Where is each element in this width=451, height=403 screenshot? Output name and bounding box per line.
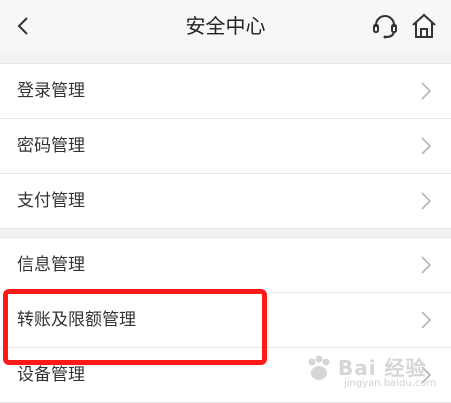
list-item-login-management[interactable]: 登录管理 [0,64,451,119]
customer-service-button[interactable] [368,9,402,43]
list-item-label: 密码管理 [17,136,85,156]
header-bar: 安全中心 [0,0,451,52]
home-icon [412,13,436,38]
list-item-label: 转账及限额管理 [17,310,136,330]
list-item-label: 设备管理 [17,365,85,385]
settings-group-1: 登录管理 密码管理 支付管理 [0,63,451,229]
list-item-label: 登录管理 [17,81,85,101]
list-item-password-management[interactable]: 密码管理 [0,119,451,174]
list-item-device-management[interactable]: 设备管理 [0,348,451,402]
list-item-label: 信息管理 [17,255,85,275]
home-button[interactable] [407,9,441,43]
chevron-right-icon [421,82,432,100]
list-item-info-management[interactable]: 信息管理 [0,238,451,293]
list-item-payment-management[interactable]: 支付管理 [0,174,451,228]
chevron-right-icon [421,192,432,210]
chevron-right-icon [421,366,432,384]
chevron-right-icon [421,311,432,329]
settings-group-2: 信息管理 转账及限额管理 设备管理 [0,237,451,403]
chevron-right-icon [421,256,432,274]
list-item-transfer-limit-management[interactable]: 转账及限额管理 [0,293,451,348]
chevron-right-icon [421,137,432,155]
list-item-label: 支付管理 [17,191,85,211]
headset-icon [373,15,397,39]
